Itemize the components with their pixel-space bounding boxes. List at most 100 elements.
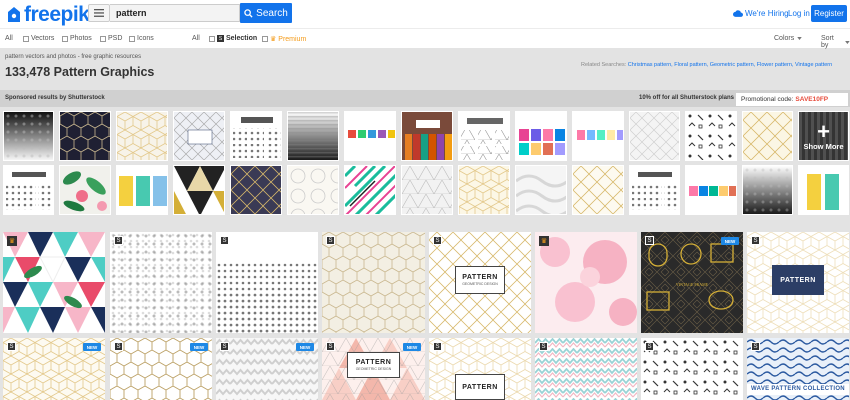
sponsored-thumb[interactable]	[59, 111, 111, 161]
page-subtitle: pattern vectors and photos - free graphi…	[5, 54, 142, 60]
result-card[interactable]: PATTERN GEOMETRIC DESIGN S	[429, 232, 531, 333]
show-more-tile[interactable]: + Show More	[798, 111, 849, 161]
filter-psd[interactable]: PSD	[100, 35, 122, 42]
sponsored-thumb[interactable]	[344, 165, 396, 215]
new-badge: NEW	[403, 343, 421, 351]
result-card[interactable]: ♛	[535, 232, 637, 333]
sponsored-thumb[interactable]	[515, 165, 567, 215]
promo-code: SAVE10FP	[795, 96, 829, 103]
colors-dropdown[interactable]: Colors	[774, 35, 802, 42]
hiring-link[interactable]: We're Hiring	[733, 9, 789, 18]
related-searches-label: Related Searches:	[581, 62, 627, 68]
show-more-overlay[interactable]: + Show More	[799, 112, 848, 160]
sponsored-thumb[interactable]	[287, 165, 339, 215]
search-button[interactable]: Search	[240, 3, 292, 23]
discount-text: 10% off for all Shutterstock plans	[639, 95, 735, 101]
sponsored-thumb[interactable]	[798, 165, 849, 215]
logo-text: freepik	[24, 3, 90, 26]
result-card[interactable]: WAVE PATTERN COLLECTION S	[747, 338, 849, 400]
sponsored-thumb[interactable]	[629, 165, 680, 215]
sponsored-thumb[interactable]	[401, 165, 453, 215]
premium-crown-icon: ♛	[7, 236, 17, 246]
filter-photos[interactable]: Photos	[62, 35, 92, 42]
filter-license-all[interactable]: All	[192, 35, 200, 42]
sponsored-thumb[interactable]	[742, 165, 793, 215]
filter-vectors[interactable]: Vectors	[23, 35, 54, 42]
selection-checkbox[interactable]	[209, 35, 215, 42]
sort-dropdown-label: Sort by	[821, 35, 834, 49]
result-card[interactable]: PATTERN GEOMETRIC DESIGN S NEW	[322, 338, 425, 400]
freepik-logo-icon	[8, 7, 20, 22]
related-searches: Related Searches: Christmas pattern, Flo…	[581, 62, 832, 68]
filter-psd-label: PSD	[108, 35, 123, 42]
result-card[interactable]: S NEW	[216, 338, 318, 400]
result-card[interactable]: S	[110, 232, 212, 333]
sponsored-thumb[interactable]	[458, 111, 510, 161]
hiring-link-label: We're Hiring	[745, 9, 789, 18]
selection-icon: S	[433, 236, 442, 245]
filter-type-all[interactable]: All	[5, 35, 13, 42]
selection-icon: S	[751, 236, 760, 245]
new-badge: NEW	[296, 343, 314, 351]
result-card[interactable]: S NEW	[3, 338, 105, 400]
sponsored-thumb[interactable]	[344, 111, 396, 161]
search-input[interactable]: pattern	[110, 4, 240, 22]
filter-vectors-label: Vectors	[31, 35, 55, 42]
sponsored-thumb[interactable]	[515, 111, 567, 161]
sponsored-thumb[interactable]	[230, 165, 282, 215]
page-title: 133,478 Pattern Graphics	[5, 65, 155, 79]
chevron-down-icon	[797, 37, 802, 40]
related-searches-links[interactable]: Christmas pattern, Floral pattern, Geome…	[628, 62, 832, 68]
photos-checkbox[interactable]	[62, 35, 68, 42]
sponsored-thumb[interactable]	[287, 111, 339, 161]
colors-dropdown-label: Colors	[774, 35, 795, 42]
sponsored-thumb[interactable]	[173, 111, 225, 161]
result-card[interactable]: S NEW	[110, 338, 212, 400]
filter-icons[interactable]: Icons	[129, 35, 154, 42]
selection-icon: S	[645, 342, 654, 351]
pattern-card-title: PATTERN	[355, 359, 392, 366]
login-link[interactable]: Log in	[788, 9, 810, 18]
register-button[interactable]: Register	[811, 5, 847, 22]
sponsored-thumb[interactable]	[685, 165, 737, 215]
sponsored-thumb[interactable]	[3, 165, 54, 215]
promo-label: Promotional code:	[741, 96, 794, 103]
sponsored-thumb[interactable]	[685, 111, 737, 161]
filter-selection[interactable]: S Selection	[209, 35, 257, 42]
sponsored-thumb[interactable]	[173, 165, 225, 215]
vectors-checkbox[interactable]	[23, 35, 29, 42]
selection-icon: S	[220, 236, 229, 245]
result-card[interactable]: VINTAGE FRAME S NEW	[641, 232, 743, 333]
result-card[interactable]: ♛	[3, 232, 105, 333]
sponsored-thumb[interactable]	[3, 111, 54, 161]
pattern-title-card: PATTERN	[455, 374, 505, 400]
sponsored-thumb[interactable]	[572, 111, 624, 161]
sponsored-thumb[interactable]	[401, 111, 453, 161]
psd-checkbox[interactable]	[100, 35, 106, 42]
sponsored-thumb[interactable]	[742, 111, 793, 161]
pattern-card-title: PATTERN	[462, 383, 498, 391]
sponsored-thumb[interactable]	[116, 165, 168, 215]
freepik-logo[interactable]: freepik	[6, 3, 90, 27]
sponsored-thumb[interactable]	[116, 111, 168, 161]
result-card[interactable]: S	[641, 338, 743, 400]
premium-checkbox[interactable]	[262, 36, 268, 42]
filter-premium-label: Premium	[278, 35, 307, 43]
menu-button[interactable]	[88, 4, 110, 22]
sponsored-thumb[interactable]	[572, 165, 624, 215]
result-card[interactable]: S	[535, 338, 637, 400]
result-card[interactable]: PATTERN S	[747, 232, 849, 333]
result-card[interactable]: S	[322, 232, 425, 333]
icons-checkbox[interactable]	[129, 35, 135, 42]
sponsored-thumb[interactable]	[458, 165, 510, 215]
sponsored-thumb[interactable]	[629, 111, 680, 161]
filter-selection-label: Selection	[226, 35, 258, 42]
selection-icon: S	[217, 35, 224, 42]
result-card[interactable]: S	[216, 232, 318, 333]
result-card[interactable]: PATTERN S	[429, 338, 531, 400]
filter-premium[interactable]: ♛ Premium	[262, 35, 306, 43]
pattern-card-subtitle: GEOMETRIC DESIGN	[462, 282, 498, 286]
sponsored-thumb[interactable]	[230, 111, 282, 161]
sponsored-thumb[interactable]	[59, 165, 111, 215]
sort-dropdown[interactable]: Sort by	[821, 35, 850, 49]
